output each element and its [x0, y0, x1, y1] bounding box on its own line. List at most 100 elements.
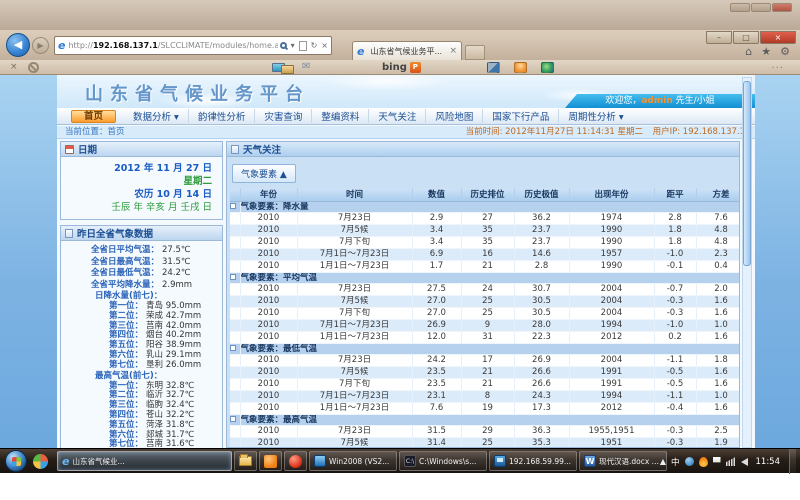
- toolbar-close-icon[interactable]: ×: [10, 62, 18, 72]
- more-tools-icon[interactable]: ...: [771, 60, 784, 71]
- table-cell: 31: [461, 331, 514, 343]
- checkbox-icon[interactable]: [230, 203, 236, 209]
- nav-item-整编资料[interactable]: 整编资料: [312, 109, 369, 123]
- tab-close-icon[interactable]: ×: [449, 46, 457, 56]
- table-cell: 1月1日～7月23日: [297, 402, 412, 414]
- element-group-row: 气象要素：最低气温: [230, 343, 740, 354]
- browser-viewport: 山东省气候业务平台 欢迎您，admin 先生/小姐 首页数据分析 ▾韵律性分析灾…: [0, 75, 800, 448]
- taskbar-task-vm[interactable]: Win2008 (VS2...: [309, 451, 397, 471]
- background-window-controls[interactable]: [730, 3, 792, 12]
- new-tab-button[interactable]: [465, 45, 485, 60]
- taskbar-task-red[interactable]: [284, 451, 307, 471]
- stat-label: 全省日最高气温：: [67, 257, 159, 269]
- forward-button[interactable]: ▶: [32, 37, 49, 54]
- table-cell: 21: [461, 260, 514, 272]
- address-bar[interactable]: e http://192.168.137.1/SLCCLIMATE/module…: [54, 36, 332, 55]
- share-icon[interactable]: [541, 62, 554, 73]
- refresh-icon[interactable]: ↻: [311, 41, 318, 50]
- table-cell: 1991: [569, 366, 654, 378]
- volume-icon[interactable]: [741, 458, 748, 466]
- checkbox-icon[interactable]: [230, 345, 236, 351]
- blocked-icon[interactable]: [28, 62, 39, 73]
- browser-toolbar: ◀ ▶ e http://192.168.137.1/SLCCLIMATE/mo…: [0, 30, 800, 60]
- content-scrollbar[interactable]: [742, 77, 752, 448]
- home-icon[interactable]: ⌂: [745, 45, 752, 58]
- checkbox-icon[interactable]: [230, 274, 236, 280]
- checkbox-column-header: [230, 188, 240, 201]
- nav-item-国家下行产品[interactable]: 国家下行产品: [483, 109, 559, 123]
- table-cell: 7月下旬: [297, 236, 412, 248]
- action-center-icon[interactable]: [713, 457, 721, 466]
- table-cell: 2012: [569, 402, 654, 414]
- nav-item-周期性分析[interactable]: 周期性分析 ▾: [559, 109, 632, 123]
- table-cell: 27: [461, 212, 514, 224]
- taskbar-task-folder[interactable]: [234, 451, 257, 471]
- table-cell: 1.0: [696, 319, 740, 331]
- taskbar-task-cmd[interactable]: C:\C:\Windows\s...: [399, 451, 487, 471]
- browser-tab[interactable]: e 山东省气候业务平... ×: [352, 41, 462, 60]
- pinned-app-icon[interactable]: [33, 454, 48, 469]
- user-ip: 用户IP: 192.168.137.1: [653, 126, 745, 139]
- table-cell: 7月5候: [297, 295, 412, 307]
- settings-gear-icon[interactable]: ⚙: [780, 45, 790, 58]
- table-cell: 1955,1951: [569, 425, 654, 437]
- collapse-arrow-icon: ▲: [280, 170, 287, 180]
- show-hidden-icons[interactable]: ▲: [660, 457, 666, 466]
- show-desktop-button[interactable]: [789, 449, 796, 474]
- table-row: 20107月5候3.43523.719901.84.8: [230, 224, 740, 236]
- minimize-button[interactable]: –: [706, 31, 732, 44]
- table-cell: 0.2: [654, 331, 696, 343]
- bg-maximize-icon[interactable]: [751, 3, 771, 12]
- maximize-button[interactable]: □: [733, 31, 759, 44]
- network-icon[interactable]: [726, 457, 736, 466]
- close-button[interactable]: ×: [760, 31, 796, 44]
- element-filter-button[interactable]: 气象要素 ▲: [232, 164, 296, 183]
- person-icon[interactable]: [514, 62, 527, 73]
- start-button[interactable]: [5, 450, 27, 472]
- mail-icon[interactable]: ✉: [302, 61, 310, 72]
- table-row: 20107月5候31.42535.31951-0.31.9: [230, 437, 740, 448]
- taskbar-task-word[interactable]: W现代汉语.docx ...: [579, 451, 667, 471]
- cmd-icon: C:\: [404, 455, 416, 467]
- bg-close-icon[interactable]: [772, 3, 792, 12]
- nav-item-韵律性分析[interactable]: 韵律性分析: [189, 109, 256, 123]
- download-tray-icon[interactable]: [699, 457, 708, 467]
- username: admin: [641, 96, 672, 106]
- snapshot2-icon[interactable]: [281, 65, 294, 74]
- table-cell: 1.6: [696, 295, 740, 307]
- search-dropdown-icon[interactable]: ▾: [291, 41, 295, 50]
- table-cell: 2010: [240, 402, 297, 414]
- taskbar-task-ie[interactable]: e山东省气候业...: [57, 451, 232, 471]
- rank-item: 第七位：垦利 26.0mm: [67, 361, 216, 371]
- bing-logo[interactable]: bing P: [382, 62, 421, 73]
- ime-indicator[interactable]: 中: [671, 456, 680, 468]
- table-cell: 7.6: [696, 212, 740, 224]
- nav-item-天气关注[interactable]: 天气关注: [369, 109, 426, 123]
- table-cell: 21: [461, 366, 514, 378]
- sidebar-stat: 全省日最低气温：24.2℃: [67, 268, 216, 280]
- nav-item-风险地图[interactable]: 风险地图: [426, 109, 483, 123]
- scrollbar-thumb[interactable]: [743, 81, 751, 266]
- favorites-star-icon[interactable]: ★: [761, 45, 771, 58]
- url-text[interactable]: http://192.168.137.1/SLCCLIMATE/modules/…: [68, 41, 277, 50]
- nav-item-数据分析[interactable]: 数据分析 ▾: [124, 109, 189, 123]
- group-label: 气象要素：最低气温: [240, 343, 740, 354]
- bg-minimize-icon[interactable]: [730, 3, 750, 12]
- table-cell: 7月23日: [297, 354, 412, 366]
- taskbar-task-rdp[interactable]: 192.168.59.99...: [489, 451, 577, 471]
- back-button[interactable]: ◀: [6, 33, 30, 57]
- search-icon[interactable]: [280, 42, 287, 49]
- taskbar-clock[interactable]: 11:54: [756, 457, 781, 467]
- taskbar-task-orange[interactable]: [259, 451, 282, 471]
- nav-item-灾害查询[interactable]: 灾害查询: [255, 109, 312, 123]
- stop-icon[interactable]: ×: [321, 41, 328, 50]
- nav-item-首页[interactable]: 首页: [71, 110, 116, 123]
- table-cell: 4.8: [696, 224, 740, 236]
- compatibility-icon[interactable]: [299, 41, 307, 51]
- checkbox-icon[interactable]: [230, 416, 236, 422]
- table-row: 20101月1日～7月23日1.7212.81990-0.10.4: [230, 260, 740, 272]
- table-header-row: 年份时间数值历史排位历史极值出现年份距平方差: [230, 188, 740, 201]
- table-cell: 36.3: [514, 425, 569, 437]
- update-tray-icon[interactable]: [685, 457, 694, 466]
- camera-icon[interactable]: [487, 62, 500, 73]
